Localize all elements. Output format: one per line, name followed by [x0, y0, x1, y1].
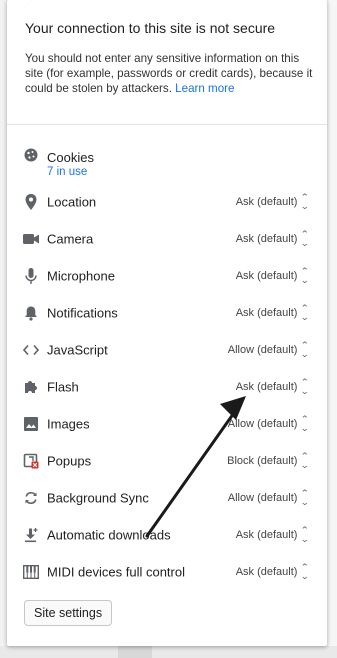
permission-label-midi: MIDI devices full control — [47, 564, 185, 579]
updown-chevron-icon: ⌃ ⌄ — [300, 450, 310, 470]
image-icon — [23, 416, 39, 432]
permission-label-microphone: Microphone — [47, 268, 115, 283]
permission-label-camera: Camera — [47, 231, 94, 246]
permission-row-flash: Flash Ask (default) ⌃ ⌄ — [7, 368, 327, 405]
updown-chevron-icon: ⌃ ⌄ — [300, 413, 310, 433]
code-brackets-icon — [23, 342, 39, 358]
permission-value-flash: Ask (default) — [235, 380, 298, 393]
permission-value-camera: Ask (default) — [235, 232, 298, 245]
permission-select-flash[interactable]: Ask (default) ⌃ ⌄ — [235, 376, 310, 396]
permission-value-background-sync: Allow (default) — [227, 491, 298, 504]
cookies-label: Cookies — [47, 150, 94, 165]
site-info-popup: Your connection to this site is not secu… — [7, 0, 327, 646]
location-pin-icon — [23, 193, 39, 210]
permission-label-automatic-downloads: Automatic downloads — [47, 527, 171, 542]
cookies-count-link[interactable]: 7 in use — [47, 166, 87, 178]
learn-more-link[interactable]: Learn more — [175, 82, 234, 95]
connection-info-header: Your connection to this site is not secu… — [25, 20, 315, 96]
background-page-bottom — [0, 646, 337, 658]
permission-row-location: Location Ask (default) ⌃ ⌄ — [7, 183, 327, 220]
piano-keys-icon — [23, 564, 39, 580]
permission-select-midi[interactable]: Ask (default) ⌃ ⌄ — [235, 561, 310, 581]
permission-row-midi: MIDI devices full control Ask (default) ⌃… — [7, 553, 327, 590]
permission-label-background-sync: Background Sync — [47, 490, 149, 505]
permission-label-images: Images — [47, 416, 90, 431]
permission-label-location: Location — [47, 194, 97, 209]
cookies-row[interactable]: Cookies 7 in use — [7, 142, 327, 182]
permission-row-background-sync: Background Sync Allow (default) ⌃ ⌄ — [7, 479, 327, 516]
permission-select-images[interactable]: Allow (default) ⌃ ⌄ — [227, 413, 310, 433]
permission-row-automatic-downloads: Automatic downloads Ask (default) ⌃ ⌄ — [7, 516, 327, 553]
permission-value-location: Ask (default) — [235, 195, 298, 208]
permission-select-camera[interactable]: Ask (default) ⌃ ⌄ — [235, 228, 310, 248]
permission-value-microphone: Ask (default) — [235, 269, 298, 282]
camera-icon — [23, 231, 39, 247]
permission-row-camera: Camera Ask (default) ⌃ ⌄ — [7, 220, 327, 257]
updown-chevron-icon: ⌃ ⌄ — [300, 228, 310, 248]
permission-row-notifications: Notifications Ask (default) ⌃ ⌄ — [7, 294, 327, 331]
updown-chevron-icon: ⌃ ⌄ — [300, 487, 310, 507]
permission-value-midi: Ask (default) — [235, 565, 298, 578]
updown-chevron-icon: ⌃ ⌄ — [300, 339, 310, 359]
permission-select-javascript[interactable]: Allow (default) ⌃ ⌄ — [227, 339, 310, 359]
permission-label-popups: Popups — [47, 453, 92, 468]
permission-row-images: Images Allow (default) ⌃ ⌄ — [7, 405, 327, 442]
permission-select-popups[interactable]: Block (default) ⌃ ⌄ — [227, 450, 310, 470]
cookie-icon — [23, 147, 39, 163]
permission-row-microphone: Microphone Ask (default) ⌃ ⌄ — [7, 257, 327, 294]
permission-value-notifications: Ask (default) — [235, 306, 298, 319]
permission-select-microphone[interactable]: Ask (default) ⌃ ⌄ — [235, 265, 310, 285]
puzzle-piece-icon — [23, 379, 39, 395]
connection-warning-text: You should not enter any sensitive infor… — [25, 52, 313, 95]
permission-label-javascript: JavaScript — [47, 342, 108, 357]
permission-select-location[interactable]: Ask (default) ⌃ ⌄ — [235, 191, 310, 211]
download-icon — [23, 527, 39, 543]
permission-value-javascript: Allow (default) — [227, 343, 298, 356]
sync-icon — [23, 490, 39, 506]
permission-value-automatic-downloads: Ask (default) — [235, 528, 298, 541]
popup-pointer — [12, 0, 32, 10]
microphone-icon — [23, 267, 39, 284]
permission-value-images: Allow (default) — [227, 417, 298, 430]
permission-select-notifications[interactable]: Ask (default) ⌃ ⌄ — [235, 302, 310, 322]
updown-chevron-icon: ⌃ ⌄ — [300, 191, 310, 211]
bell-icon — [23, 305, 39, 321]
permission-row-popups: Popups Block (default) ⌃ ⌄ — [7, 442, 327, 479]
popup-blocked-icon — [23, 453, 39, 469]
background-page-block — [118, 646, 152, 658]
site-settings-button[interactable]: Site settings — [24, 600, 113, 626]
permission-select-background-sync[interactable]: Allow (default) ⌃ ⌄ — [227, 487, 310, 507]
connection-warning-title: Your connection to this site is not secu… — [25, 20, 276, 36]
updown-chevron-icon: ⌃ ⌄ — [300, 561, 310, 581]
background-page-left — [0, 0, 7, 658]
background-page-right — [327, 0, 337, 658]
updown-chevron-icon: ⌃ ⌄ — [300, 302, 310, 322]
permission-label-flash: Flash — [47, 379, 79, 394]
permission-row-javascript: JavaScript Allow (default) ⌃ ⌄ — [7, 331, 327, 368]
connection-warning-description: You should not enter any sensitive infor… — [25, 51, 315, 96]
updown-chevron-icon: ⌃ ⌄ — [300, 376, 310, 396]
permission-value-popups: Block (default) — [227, 454, 298, 467]
permission-label-notifications: Notifications — [47, 305, 118, 320]
header-divider — [7, 124, 327, 125]
updown-chevron-icon: ⌃ ⌄ — [300, 524, 310, 544]
permission-select-automatic-downloads[interactable]: Ask (default) ⌃ ⌄ — [235, 524, 310, 544]
updown-chevron-icon: ⌃ ⌄ — [300, 265, 310, 285]
